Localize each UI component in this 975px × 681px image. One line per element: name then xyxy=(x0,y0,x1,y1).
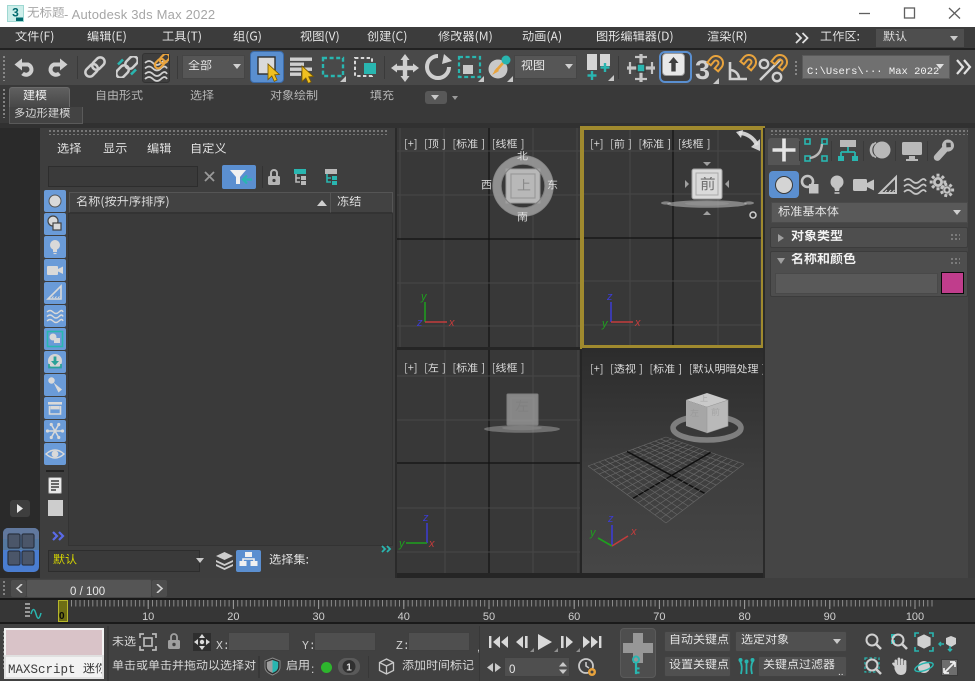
svg-text:10: 10 xyxy=(142,611,154,622)
svg-text:z: z xyxy=(606,291,613,303)
svg-text:20: 20 xyxy=(227,611,239,622)
svg-text:x: x xyxy=(630,526,637,538)
svg-text:z: z xyxy=(416,317,423,329)
svg-text:x: x xyxy=(634,317,641,329)
svg-text:x: x xyxy=(448,317,455,329)
svg-text:y: y xyxy=(420,291,428,303)
svg-text:90: 90 xyxy=(824,611,836,622)
svg-text:100: 100 xyxy=(906,611,924,622)
svg-text:y: y xyxy=(601,318,609,330)
svg-text:80: 80 xyxy=(738,611,750,622)
svg-text:z: z xyxy=(422,512,429,524)
svg-text:3: 3 xyxy=(695,55,710,84)
svg-text:60: 60 xyxy=(568,611,580,622)
svg-text:50: 50 xyxy=(483,611,495,622)
svg-text:70: 70 xyxy=(653,611,665,622)
svg-text:y: y xyxy=(589,527,597,539)
svg-text:x: x xyxy=(428,538,435,550)
svg-text:y: y xyxy=(398,538,406,550)
svg-text:z: z xyxy=(607,513,614,525)
svg-text:40: 40 xyxy=(398,611,410,622)
svg-text:3: 3 xyxy=(12,6,19,20)
svg-text:30: 30 xyxy=(312,611,324,622)
svg-text:1: 1 xyxy=(346,663,352,674)
